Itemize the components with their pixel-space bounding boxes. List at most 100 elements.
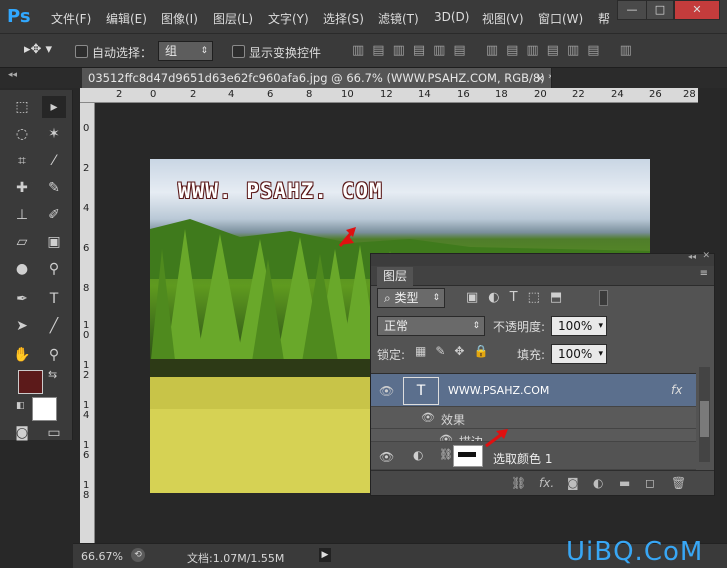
chevron-down-icon: ▾ [598, 321, 603, 331]
layer-filter-icons[interactable]: ▣◐T⬚⬒ [466, 290, 572, 305]
status-menu-icon[interactable]: ▶ [319, 548, 331, 562]
ruler-label: 1 0 [83, 320, 90, 341]
layer-row-text[interactable]: 👁 T WWW.PSAHZ.COM fx [371, 373, 696, 407]
layer-filter-dropdown[interactable]: ⌕ 类型 ⇕ [377, 288, 445, 308]
zoom-tool-icon[interactable]: ⚲ [42, 344, 66, 366]
show-transform-checkbox[interactable] [232, 45, 245, 58]
layers-scrollbar[interactable] [699, 367, 710, 462]
auto-select-value: 组 [165, 44, 178, 58]
layer-row-effects[interactable]: 👁 效果 [371, 407, 696, 429]
hand-tool-icon[interactable]: ✋ [10, 344, 34, 366]
auto-select-dropdown[interactable]: 组 ⇕ [158, 41, 213, 61]
quick-mask-icon[interactable]: ◙ [10, 422, 34, 444]
new-group-icon[interactable]: ▬ [619, 476, 630, 490]
layer-mask-thumbnail [453, 445, 483, 467]
zoom-level[interactable]: 66.67% [81, 550, 123, 563]
opacity-field[interactable]: 100% ▾ [551, 316, 607, 336]
type-tool-icon[interactable]: T [42, 288, 66, 310]
collapse-icon[interactable]: ◂◂ [8, 70, 17, 80]
fx-icon[interactable]: fx [671, 383, 682, 397]
ruler-label: 10 [341, 89, 354, 100]
ruler-label: 2 [116, 89, 123, 100]
filter-toggle[interactable] [599, 290, 608, 306]
add-mask-icon[interactable]: ◙ [567, 476, 579, 490]
auto-select-checkbox[interactable] [75, 45, 88, 58]
menu-help[interactable]: 帮 [598, 10, 610, 27]
ruler-label: 16 [457, 89, 470, 100]
lasso-tool-icon[interactable]: ◌ [10, 123, 34, 145]
document-tab[interactable]: 03512ffc8d47d9651d63e62fc960afa6.jpg @ 6… [82, 68, 552, 88]
marquee-tool-icon[interactable]: ⬚ [10, 96, 34, 118]
dodge-tool-icon[interactable]: ⚲ [42, 258, 66, 280]
clone-stamp-tool-icon[interactable]: ⊥ [10, 204, 34, 226]
line-tool-icon[interactable]: ╱ [42, 315, 66, 337]
foreground-color-swatch[interactable] [18, 370, 43, 394]
menu-view[interactable]: 视图(V) [482, 10, 524, 27]
scrollbar-thumb[interactable] [700, 401, 709, 437]
ruler-vertical: 0 2 4 6 8 1 0 1 2 1 4 1 6 1 8 [80, 103, 95, 543]
menu-image[interactable]: 图像(I) [161, 10, 198, 27]
fill-value: 100% [558, 347, 593, 361]
brush-tool-icon[interactable]: ✎ [42, 177, 66, 199]
fx-icon[interactable]: fx. [539, 476, 554, 490]
ruler-label: 20 [534, 89, 547, 100]
new-layer-icon[interactable]: ◻ [645, 476, 655, 490]
panel-menu-icon[interactable]: ≡ [700, 268, 708, 279]
maximize-button[interactable]: □ [646, 0, 674, 20]
move-tool-icon[interactable]: ▸ [42, 96, 66, 118]
blur-tool-icon[interactable]: ● [10, 258, 34, 280]
ruler-label: 6 [267, 89, 274, 100]
adjustment-icon[interactable]: ◐ [593, 476, 603, 490]
status-icon[interactable]: ⟲ [131, 548, 145, 562]
fill-field[interactable]: 100% ▾ [551, 344, 607, 364]
layer-row-selective-color[interactable]: 👁 ◐ ⛓ 选取颜色 1 [371, 441, 696, 470]
layers-panel: ◂◂ ✕ ≡ 图层 ⌕ 类型 ⇕ ▣◐T⬚⬒ 正常 ⇕ 不透明度: 100% ▾ 锁定… [370, 251, 715, 496]
close-panel-icon[interactable]: ✕ [702, 251, 710, 261]
menu-edit[interactable]: 编辑(E) [106, 10, 147, 27]
healing-brush-tool-icon[interactable]: ✚ [10, 177, 34, 199]
move-tool-icon[interactable]: ▸✥ ▾ [24, 42, 52, 57]
chevron-updown-icon: ⇕ [200, 46, 208, 56]
collapse-panel-icon[interactable]: ◂◂ [688, 252, 696, 261]
eraser-tool-icon[interactable]: ▱ [10, 231, 34, 253]
close-button[interactable]: ✕ [674, 0, 720, 20]
menu-select[interactable]: 选择(S) [323, 10, 364, 27]
gradient-tool-icon[interactable]: ▣ [42, 231, 66, 253]
menu-file[interactable]: 文件(F) [51, 10, 91, 27]
arrow-pointer-icon [338, 227, 356, 247]
trash-icon[interactable]: 🗑 [671, 476, 686, 490]
chevron-down-icon: ▾ [598, 349, 603, 359]
menu-window[interactable]: 窗口(W) [538, 10, 583, 27]
crop-tool-icon[interactable]: ⌗ [10, 150, 34, 172]
magic-wand-tool-icon[interactable]: ✶ [42, 123, 66, 145]
tab-close-icon[interactable]: × [535, 68, 545, 88]
history-brush-tool-icon[interactable]: ✐ [42, 204, 66, 226]
document-tab-title: 03512ffc8d47d9651d63e62fc960afa6.jpg @ 6… [88, 71, 552, 85]
show-transform-label: 显示变换控件 [249, 46, 322, 60]
link-layers-icon[interactable]: ⛓ [511, 476, 526, 490]
menu-layer[interactable]: 图层(L) [213, 10, 253, 27]
blend-mode-dropdown[interactable]: 正常 ⇕ [377, 316, 485, 336]
tab-layers[interactable]: 图层 [377, 267, 413, 286]
menu-filter[interactable]: 滤镜(T) [378, 10, 419, 27]
menu-3d[interactable]: 3D(D) [434, 10, 469, 24]
menu-type[interactable]: 文字(Y) [268, 10, 309, 27]
eye-icon[interactable]: 👁 [379, 384, 394, 398]
minimize-button[interactable]: — [617, 0, 647, 20]
link-icon[interactable]: ⛓ [439, 448, 453, 461]
align-icons[interactable]: ▥▤▥▤▥▤ ▥▤▥▤▥▤ ▥ [352, 43, 640, 58]
eye-icon[interactable]: 👁 [421, 411, 435, 424]
document-info: 文档:1.07M/1.55M [187, 552, 285, 565]
path-selection-tool-icon[interactable]: ➤ [10, 315, 34, 337]
eye-icon[interactable]: 👁 [379, 450, 394, 464]
lock-icons[interactable]: ▦✎✥🔒 [415, 344, 497, 358]
lock-label: 锁定: [377, 348, 406, 362]
arrow-pointer-icon [485, 429, 508, 448]
screen-mode-icon[interactable]: ▭ [42, 422, 66, 444]
swap-colors-icon[interactable]: ⇆ [48, 368, 57, 381]
pen-tool-icon[interactable]: ✒ [10, 288, 34, 310]
eyedropper-tool-icon[interactable]: ⁄ [42, 150, 66, 172]
default-colors-icon[interactable]: ◧ [16, 401, 25, 411]
layers-tabbar: ≡ [371, 266, 714, 286]
background-color-swatch[interactable] [32, 397, 57, 421]
